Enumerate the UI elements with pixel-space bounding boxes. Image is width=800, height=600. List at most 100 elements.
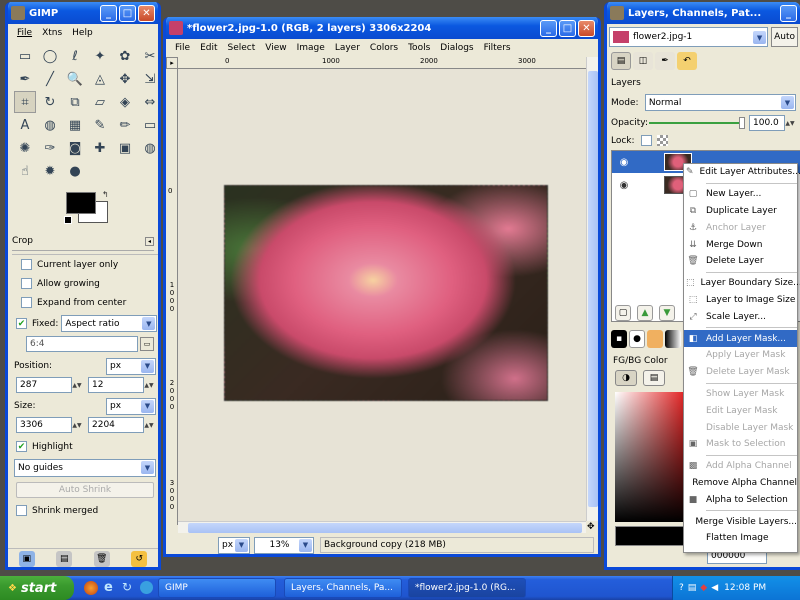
minimize-button[interactable]: _ [540,19,557,37]
minimize-button[interactable]: _ [100,4,117,22]
taskbar-item-layers[interactable]: Layers, Channels, Pa... [284,578,402,598]
menu-dialogs[interactable]: Dialogs [435,43,478,53]
crop-icon[interactable]: ⌗ [14,91,36,113]
restore-options-icon[interactable]: ▤ [56,550,73,567]
zoom-select[interactable]: 13% ▼ [254,536,314,554]
menu-filters[interactable]: Filters [479,43,516,53]
position-unit-select[interactable]: px ▼ [106,357,156,375]
lock-pixels-checkbox[interactable] [641,135,652,146]
guides-select[interactable]: No guides ▼ [14,459,156,477]
fixed-mode-select[interactable]: Aspect ratio ▼ [61,315,158,332]
menu-item-flatten-image[interactable]: Flatten Image [684,530,797,547]
network-icon[interactable]: ▤ [688,583,697,593]
menu-item-delete-layer-mask[interactable]: 🗑 Delete Layer Mask [684,364,797,381]
taskbar-item-gimp[interactable]: GIMP [158,578,276,598]
menu-item-alpha-to-selection[interactable]: ■ Alpha to Selection [684,491,797,508]
menu-item-delete-layer[interactable]: 🗑 Delete Layer [684,253,797,270]
paintbrush-icon[interactable]: ✏ [114,114,136,136]
menu-item-show-layer-mask[interactable]: Show Layer Mask [684,386,797,403]
spin-icon[interactable]: ▲▼ [785,116,795,130]
perspective-clone-icon[interactable]: ▣ [114,137,136,159]
color-picker-icon[interactable]: ╱ [39,68,61,90]
lasso-icon[interactable]: ℓ [64,45,86,67]
menu-select[interactable]: Select [223,43,261,53]
menu-view[interactable]: View [260,43,291,53]
fuzzy-select-icon[interactable]: ✦ [89,45,111,67]
ellipse-select-icon[interactable]: ◯ [39,45,61,67]
delete-options-icon[interactable]: 🗑 [93,550,110,567]
lower-layer-icon[interactable]: ▼ [659,305,675,321]
menu-item-merge-down[interactable]: ⇊ Merge Down [684,236,797,253]
maximize-button[interactable]: □ [119,4,136,22]
close-button[interactable]: ✕ [138,4,155,22]
horizontal-ruler[interactable]: 0 1000 2000 3000 [178,57,598,69]
layers-tab-icon[interactable]: ▤ [611,52,631,70]
fg-color-swatch[interactable] [66,192,96,214]
menu-help[interactable]: Help [67,28,98,38]
image-titlebar[interactable]: *flower2.jpg-1.0 (RGB, 2 layers) 3306x22… [166,17,598,39]
menu-item-disable-layer-mask[interactable]: Disable Layer Mask [684,419,797,436]
menu-layer[interactable]: Layer [330,43,365,53]
scale-icon[interactable]: ⧉ [64,91,86,113]
blur-icon[interactable]: ☝ [14,160,36,182]
menu-item-anchor-layer[interactable]: ⚓ Anchor Layer [684,219,797,236]
save-options-icon[interactable]: ▣ [18,550,35,567]
flip-icon[interactable]: ⇔ [139,91,158,113]
minimize-button[interactable]: _ [780,4,797,22]
dodge-icon[interactable]: ✹ [39,160,61,182]
menu-item-scale-layer[interactable]: ⤢ Scale Layer... [684,308,797,325]
undo-tab-icon[interactable]: ↶ [677,52,697,70]
refresh-icon[interactable]: ↻ [122,580,132,594]
menu-item-layer-to-image-size[interactable]: ⬚ Layer to Image Size [684,292,797,309]
pattern-tab-icon[interactable] [647,330,663,348]
menu-item-new-layer[interactable]: ▢ New Layer... [684,186,797,203]
scrollbar-thumb[interactable] [188,523,582,533]
rotate-icon[interactable]: ↻ [39,91,61,113]
opacity-input[interactable]: 100.0 [749,115,785,131]
measure-icon[interactable]: ◬ [89,68,111,90]
channels-tab-icon[interactable]: ◫ [633,52,653,70]
security-icon[interactable]: ◆ [700,583,707,593]
navigate-icon[interactable]: ✥ [587,522,595,532]
zoom-icon[interactable]: 🔍 [64,68,86,90]
ruler-corner[interactable]: ▸ [166,57,178,69]
auto-button[interactable]: Auto [771,27,798,47]
volume-icon[interactable]: ◀ [711,583,718,593]
menu-tools[interactable]: Tools [403,43,435,53]
color-mode-icon[interactable]: ◑ [615,370,637,386]
image-canvas[interactable] [224,185,548,401]
size-unit-select[interactable]: px ▼ [106,397,156,415]
vertical-ruler[interactable]: 0 1000 2000 3000 [166,69,178,525]
shear-icon[interactable]: ▱ [89,91,111,113]
maximize-button[interactable]: □ [559,19,576,37]
brush-tab-icon[interactable]: ● [629,330,645,348]
heal-icon[interactable]: ✚ [89,137,111,159]
vertical-scrollbar[interactable] [586,57,598,521]
fg-bg-tab-icon[interactable]: ▪ [611,330,627,348]
panel-menu-icon[interactable]: ◂ [145,236,154,246]
scrollbar-thumb[interactable] [588,71,598,507]
color-select-icon[interactable]: ✿ [114,45,136,67]
raise-layer-icon[interactable]: ▲ [637,305,653,321]
ie-icon[interactable]: e [104,580,113,595]
menu-item-add-layer-mask[interactable]: ◧ Add Layer Mask... [684,330,797,347]
default-colors-icon[interactable] [64,216,72,224]
start-button[interactable]: ❖ start [0,576,74,600]
layers-titlebar[interactable]: Layers, Channels, Pat... _ [607,2,800,24]
unit-select[interactable]: px ▼ [218,536,250,554]
fg-bg-colors[interactable]: ↰ [64,190,114,226]
lock-alpha-icon[interactable] [657,135,668,146]
text-icon[interactable]: A [14,114,36,136]
blend-icon[interactable]: ▦ [64,114,86,136]
menu-item-edit-layer-attributes[interactable]: ✎ Edit Layer Attributes... [684,164,800,181]
horizontal-scrollbar[interactable] [178,521,586,533]
firefox-icon[interactable] [84,581,98,595]
color-strip[interactable] [615,526,691,546]
opacity-slider[interactable] [649,117,745,129]
scissors-icon[interactable]: ✂ [139,45,158,67]
menu-item-mask-to-selection[interactable]: ▣ Mask to Selection [684,436,797,453]
swap-colors-icon[interactable]: ↰ [102,190,109,199]
menu-colors[interactable]: Colors [365,43,403,53]
burn-icon[interactable]: ● [64,160,86,182]
printer-icon[interactable]: ▤ [643,370,665,386]
